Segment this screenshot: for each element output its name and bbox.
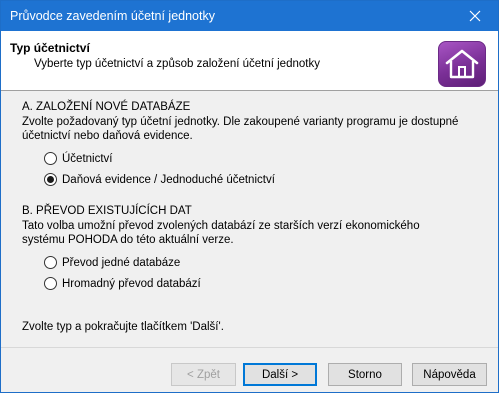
radio-label: Hromadný převod databází (62, 277, 201, 290)
window-title: Průvodce zavedením účetní jednotky (10, 9, 215, 23)
home-icon (445, 49, 479, 79)
radio-label: Účetnictví (62, 152, 113, 165)
close-icon (469, 10, 481, 22)
radio-circle[interactable] (44, 152, 57, 165)
back-button[interactable]: < Zpět (171, 363, 236, 386)
home-logo (438, 41, 486, 87)
radio-prevod-jedne-databaze[interactable]: Převod jedné databáze (44, 256, 180, 269)
radio-circle[interactable] (44, 173, 57, 186)
hint-text: Zvolte typ a pokračujte tlačítkem 'Další… (22, 321, 224, 333)
help-button[interactable]: Nápověda (412, 363, 487, 386)
radio-hromadny-prevod[interactable]: Hromadný převod databází (44, 277, 201, 290)
section-b-description: Tato volba umožní převod zvolených datab… (22, 220, 420, 246)
section-a-description: Zvolte požadovaný typ účetní jednotky. D… (22, 116, 459, 142)
section-a-title: A. ZALOŽENÍ NOVÉ DATABÁZE (22, 101, 191, 113)
next-button[interactable]: Další > (243, 363, 317, 386)
radio-label: Převod jedné databáze (62, 256, 181, 269)
radio-circle[interactable] (44, 256, 57, 269)
page-title: Typ účetnictví (10, 41, 90, 55)
cancel-button[interactable]: Storno (328, 363, 402, 386)
page-subtitle: Vyberte typ účetnictví a způsob založení… (34, 58, 320, 70)
section-b-title: B. PŘEVOD EXISTUJÍCÍCH DAT (22, 205, 192, 217)
wizard-content: A. ZALOŽENÍ NOVÉ DATABÁZE Zvolte požadov… (1, 92, 498, 347)
wizard-header: Typ účetnictví Vyberte typ účetnictví a … (1, 31, 498, 91)
close-button[interactable] (452, 1, 498, 31)
radio-ucetnictvi[interactable]: Účetnictví (44, 152, 113, 165)
wizard-footer: < Zpět Další > Storno Nápověda (1, 347, 498, 392)
radio-label: Daňová evidence / Jednoduché účetnictví (62, 173, 275, 186)
wizard-window: Průvodce zavedením účetní jednotky Typ ú… (0, 0, 499, 393)
radio-circle[interactable] (44, 277, 57, 290)
radio-danova-evidence[interactable]: Daňová evidence / Jednoduché účetnictví (44, 173, 275, 186)
radio-selected-dot (47, 176, 54, 183)
title-bar[interactable]: Průvodce zavedením účetní jednotky (1, 1, 498, 31)
